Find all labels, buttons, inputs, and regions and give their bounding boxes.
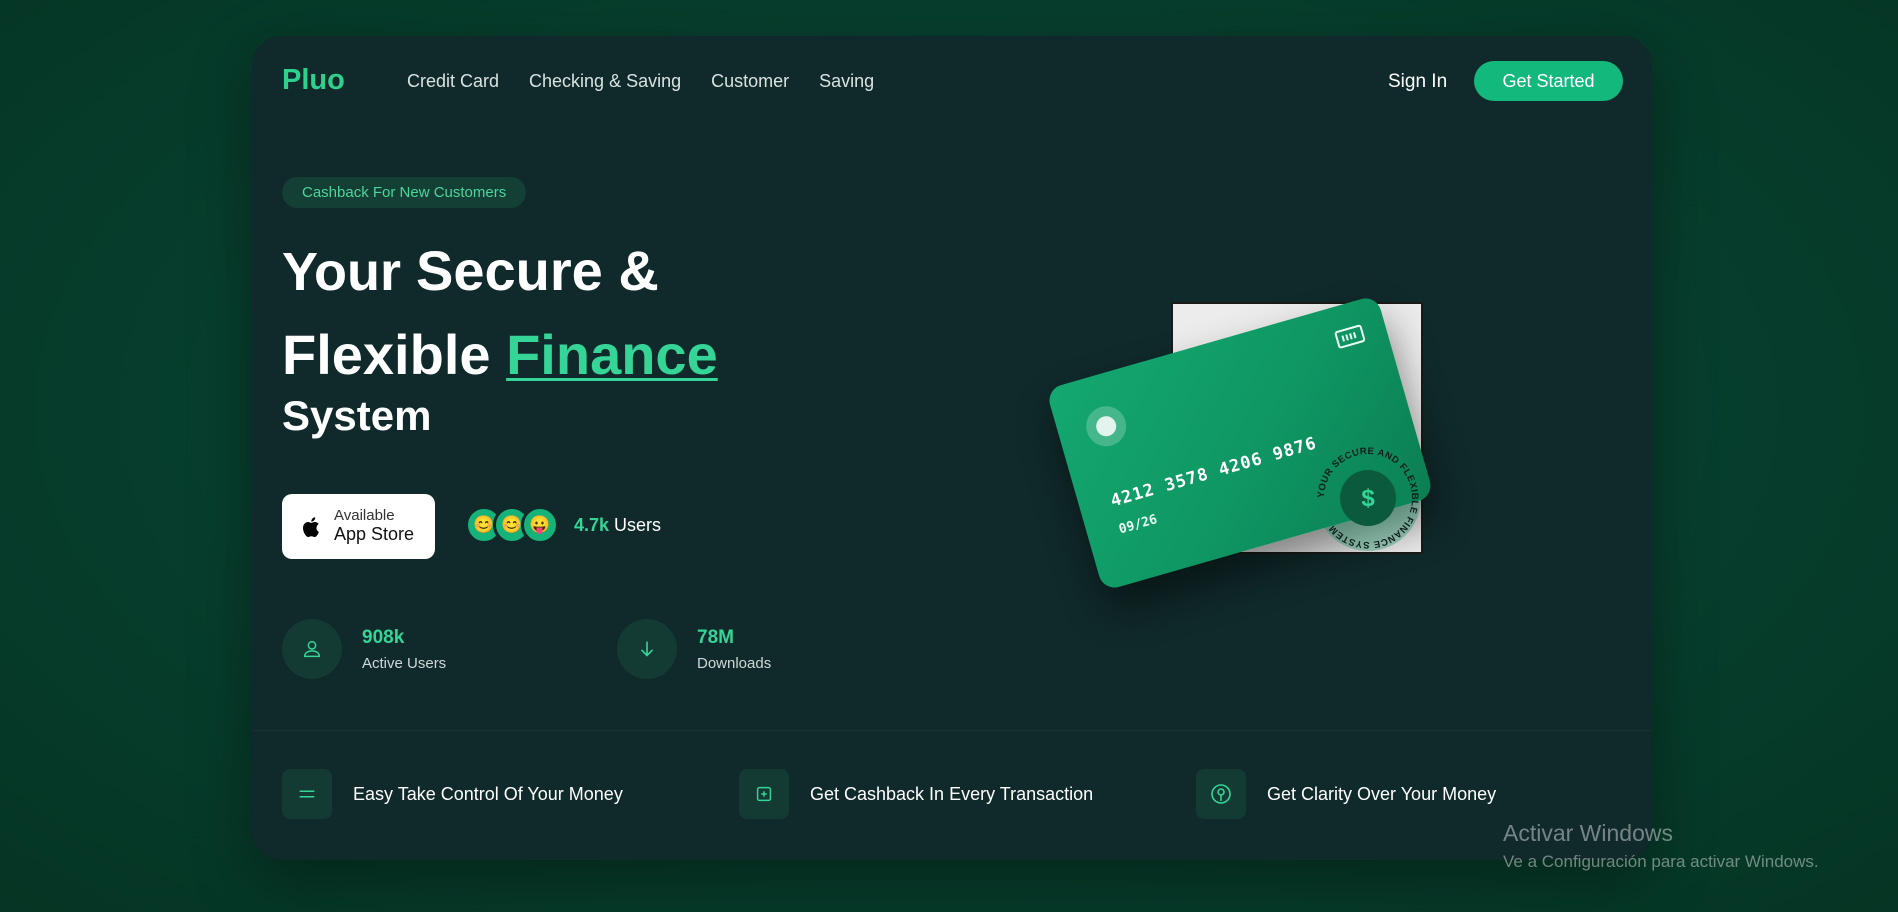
card-number: 4212 3578 4206 9876: [1108, 433, 1320, 512]
main-nav: Credit Card Checking & Saving Customer S…: [407, 71, 874, 92]
nav-checking-saving[interactable]: Checking & Saving: [529, 71, 681, 92]
nav-credit-card[interactable]: Credit Card: [407, 71, 499, 92]
nav-saving[interactable]: Saving: [819, 71, 874, 92]
feature-cashback: Get Cashback In Every Transaction: [739, 769, 1093, 819]
stat-downloads: 78M Downloads: [617, 619, 771, 679]
section-divider: [252, 730, 1652, 731]
users-count: 4.7k Users: [574, 515, 661, 536]
feature-clarity: Get Clarity Over Your Money: [1196, 769, 1496, 819]
sign-in-link[interactable]: Sign In: [1388, 71, 1447, 93]
feature-label: Get Clarity Over Your Money: [1267, 783, 1497, 804]
contactless-chip-icon: [1334, 324, 1366, 349]
arrow-down-icon: [617, 619, 677, 679]
app-store-small-label: Available: [334, 507, 395, 525]
stat-active-users: 908k Active Users: [282, 619, 446, 679]
get-started-button[interactable]: Get Started: [1474, 61, 1623, 101]
headline-finance: Finance: [506, 323, 718, 386]
app-store-big-label: App Store: [334, 523, 415, 544]
headline-your: Your: [282, 242, 416, 302]
card-circle-icon: [1081, 401, 1131, 451]
user-avatars: 😊 😊 😛: [465, 506, 559, 544]
stat-value: 908k: [362, 626, 405, 648]
feature-control-money: Easy Take Control Of Your Money: [282, 769, 623, 819]
stat-label: Active Users: [362, 654, 447, 672]
windows-watermark-subtitle: Ve a Configuración para activar Windows.: [1503, 852, 1819, 871]
headline-secure: Secure &: [416, 239, 659, 302]
windows-watermark-title: Activar Windows: [1503, 820, 1673, 846]
stat-label: Downloads: [697, 654, 772, 672]
finance-seal: YOUR SECURE AND FLEXIBLE FINANCE SYSTEM …: [1315, 445, 1421, 551]
avatar: 😛: [521, 506, 559, 544]
user-icon: [282, 619, 342, 679]
feature-label: Get Cashback In Every Transaction: [810, 783, 1094, 804]
nav-customer[interactable]: Customer: [711, 71, 789, 92]
apple-icon: [303, 516, 319, 537]
menu-lines-icon: [282, 769, 332, 819]
logo[interactable]: Pluo: [282, 64, 345, 97]
app-store-button[interactable]: Available App Store: [282, 494, 435, 559]
cashback-badge: Cashback For New Customers: [282, 177, 527, 208]
hero-headline: Your Secure & Flexible Finance System: [282, 243, 718, 437]
card-expiry: 09/26: [1117, 512, 1160, 538]
users-count-label: Users: [609, 515, 662, 535]
feature-label: Easy Take Control Of Your Money: [353, 783, 623, 804]
headline-system: System: [282, 392, 432, 439]
users-count-value: 4.7k: [574, 515, 610, 535]
dollar-icon: $: [1361, 485, 1375, 512]
pin-circle-icon: [1196, 769, 1246, 819]
headline-flexible: Flexible: [282, 323, 507, 386]
plus-square-icon: [739, 769, 789, 819]
main-panel: Pluo Credit Card Checking & Saving Custo…: [252, 36, 1652, 860]
stat-value: 78M: [697, 626, 734, 648]
